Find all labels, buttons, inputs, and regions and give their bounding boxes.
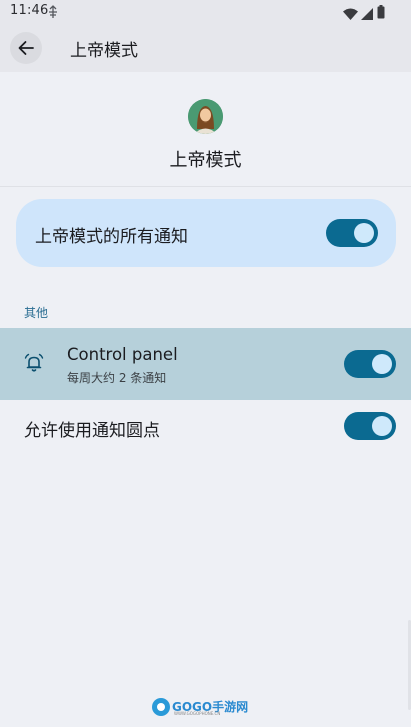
arrow-back-icon <box>18 41 34 55</box>
app-name: 上帝模式 <box>169 150 242 171</box>
battery-icon <box>377 4 385 23</box>
bell-icon <box>24 353 44 377</box>
watermark-sub: WWW.GOGOPHONE.CN <box>174 711 221 716</box>
app-header: 上帝模式 <box>0 72 411 186</box>
notification-dot-label: 允许使用通知圆点 <box>24 421 160 441</box>
notification-dot-toggle[interactable] <box>344 412 396 440</box>
usb-debug-icon <box>47 4 59 23</box>
status-bar: 11:46 <box>0 0 411 24</box>
back-button[interactable] <box>10 32 42 64</box>
toggle-knob <box>372 354 392 374</box>
section-header-other: 其他 <box>24 306 49 320</box>
status-time: 11:46 <box>10 3 49 18</box>
page-title: 上帝模式 <box>70 41 138 61</box>
divider <box>0 186 411 187</box>
channel-title: Control panel <box>67 345 178 364</box>
wifi-icon <box>343 5 358 24</box>
toggle-knob <box>354 223 374 243</box>
all-notifications-label: 上帝模式的所有通知 <box>35 227 188 247</box>
watermark-circle-icon <box>152 698 170 716</box>
channel-subtitle: 每周大约 2 条通知 <box>67 371 167 385</box>
all-notifications-card[interactable]: 上帝模式的所有通知 <box>16 199 396 267</box>
app-bar: 上帝模式 <box>0 24 411 72</box>
toggle-knob <box>372 416 392 436</box>
app-avatar-icon <box>188 99 223 134</box>
cellular-signal-icon <box>361 5 373 24</box>
control-panel-toggle[interactable] <box>344 350 396 378</box>
all-notifications-toggle[interactable] <box>326 219 378 247</box>
